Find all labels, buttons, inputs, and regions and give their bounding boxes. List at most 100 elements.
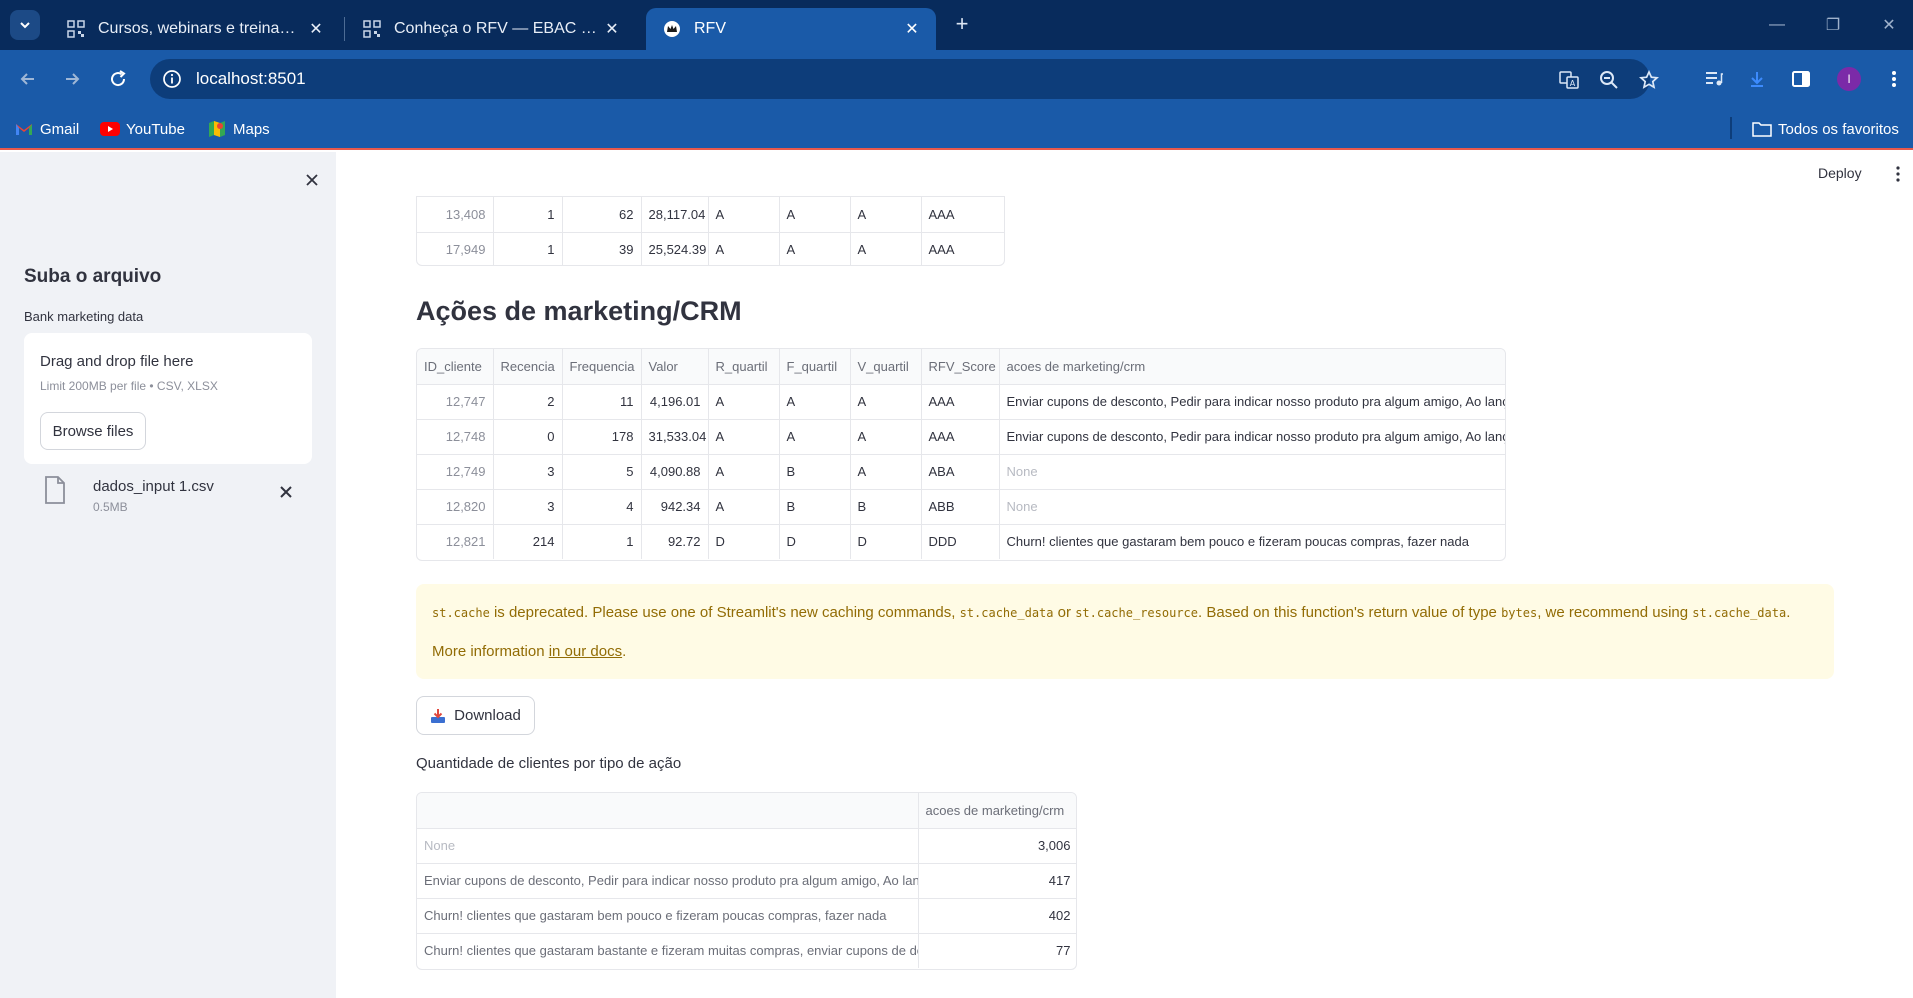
cell-acao: Enviar cupons de desconto, Pedir para in… <box>999 384 1505 420</box>
action-counts-table[interactable]: acoes de marketing/crm None 3,006 Enviar… <box>416 792 1077 970</box>
warning-text: st.cache is deprecated. Please use one o… <box>432 604 1790 621</box>
deploy-button[interactable]: Deploy <box>1818 165 1862 181</box>
column-header[interactable]: ID_cliente <box>417 349 494 385</box>
cell-r-quartil: A <box>708 454 780 490</box>
column-header[interactable]: RFV_Score <box>921 349 1000 385</box>
cell-v-quartil: A <box>850 454 922 490</box>
cell-f-quartil: A <box>779 232 851 265</box>
browser-menu-icon[interactable] <box>1880 65 1908 93</box>
download-icon[interactable] <box>1743 65 1771 93</box>
column-header[interactable]: R_quartil <box>708 349 780 385</box>
star-icon[interactable] <box>1638 69 1660 91</box>
cell-count: 417 <box>918 863 1076 899</box>
tab-search-button[interactable] <box>10 10 40 40</box>
bookmark-label: Maps <box>233 120 270 138</box>
table-row: Enviar cupons de desconto, Pedir para in… <box>417 863 1076 899</box>
qr-favicon-icon <box>66 19 86 39</box>
column-header[interactable]: F_quartil <box>779 349 851 385</box>
column-header[interactable]: Valor <box>641 349 709 385</box>
tab-close-icon[interactable]: ✕ <box>602 19 622 39</box>
cell-id: 17,949 <box>417 232 494 265</box>
arrow-right-icon <box>66 73 80 85</box>
cell-f-quartil: A <box>779 197 851 233</box>
remove-file-button[interactable] <box>274 480 298 504</box>
cell-f-quartil: B <box>779 489 851 525</box>
gmail-icon <box>14 121 34 137</box>
bookmarks-bar: Gmail YouTube Maps Todos os favoritos <box>0 108 1913 150</box>
media-controls-icon[interactable] <box>1700 65 1728 93</box>
column-header[interactable]: acoes de marketing/crm <box>999 349 1505 385</box>
arrow-left-icon <box>20 73 34 85</box>
cell-valor: 28,117.04 <box>641 197 709 233</box>
table-row: 12,748 0 178 31,533.04 A A A AAA Enviar … <box>417 419 1505 455</box>
table-row: Churn! clientes que gastaram bastante e … <box>417 933 1076 968</box>
cell-r-quartil: D <box>708 524 780 559</box>
warning-code: st.cache_data <box>959 606 1054 620</box>
download-label: Download <box>454 707 521 724</box>
table-row: 13,408 1 62 28,117.04 A A A AAA <box>417 197 1004 233</box>
reload-button[interactable] <box>104 65 132 93</box>
tab-strip: Cursos, webinars e treinamentos ✕ Conheç… <box>0 0 1913 50</box>
restore-icon[interactable]: ❐ <box>1818 10 1848 40</box>
close-window-icon[interactable]: ✕ <box>1874 10 1904 40</box>
zoom-icon[interactable] <box>1598 69 1620 91</box>
bookmark-maps[interactable]: Maps <box>207 117 270 141</box>
side-panel-icon[interactable] <box>1787 65 1815 93</box>
cell-id: 12,749 <box>417 454 494 490</box>
counts-caption: Quantidade de clientes por tipo de ação <box>416 755 682 772</box>
cell-rfv-score: ABA <box>921 454 1000 490</box>
browser-toolbar: localhost:8501 A I <box>0 50 1913 108</box>
bookmark-label: YouTube <box>126 120 185 138</box>
cell-count: 77 <box>918 933 1076 968</box>
bookmark-youtube[interactable]: YouTube <box>100 117 185 141</box>
new-tab-button[interactable]: + <box>950 11 974 36</box>
forward-button[interactable] <box>58 65 86 93</box>
inbox-tray-icon <box>431 708 446 723</box>
back-button[interactable] <box>14 65 42 93</box>
column-header[interactable]: Frequencia <box>562 349 642 385</box>
browse-files-button[interactable]: Browse files <box>40 412 146 450</box>
youtube-icon <box>100 121 120 137</box>
all-bookmarks[interactable]: Todos os favoritos <box>1752 117 1899 141</box>
table-row: 12,747 2 11 4,196.01 A A A AAA Enviar cu… <box>417 384 1505 420</box>
column-header[interactable]: acoes de marketing/crm <box>918 793 1076 829</box>
close-icon <box>280 486 292 498</box>
cell-frequencia: 39 <box>562 232 642 265</box>
tab-title: Cursos, webinars e treinamentos <box>98 20 306 37</box>
sidebar-heading: Suba o arquivo <box>24 266 162 287</box>
tab-rfv[interactable]: RFV ✕ <box>646 8 936 50</box>
docs-link[interactable]: in our docs <box>549 643 622 660</box>
column-header[interactable]: Recencia <box>493 349 563 385</box>
tab-close-icon[interactable]: ✕ <box>306 19 326 39</box>
warning-fragment: More information <box>432 643 549 660</box>
download-button[interactable]: Download <box>416 696 535 735</box>
column-header[interactable]: V_quartil <box>850 349 922 385</box>
site-info-icon[interactable] <box>162 69 182 89</box>
address-bar[interactable]: localhost:8501 A <box>150 59 1659 99</box>
table-row: None 3,006 <box>417 828 1076 864</box>
profile-avatar[interactable]: I <box>1837 67 1861 91</box>
sidebar-close-button[interactable] <box>298 166 326 194</box>
file-dropzone[interactable]: Drag and drop file here Limit 200MB per … <box>24 333 312 464</box>
cell-v-quartil: A <box>850 419 922 455</box>
cell-recencia: 1 <box>493 232 563 265</box>
minimize-icon[interactable]: — <box>1762 10 1792 40</box>
cell-valor: 92.72 <box>641 524 709 559</box>
file-size: 0.5MB <box>93 500 128 514</box>
crm-actions-table[interactable]: ID_cliente Recencia Frequencia Valor R_q… <box>416 348 1506 561</box>
tab-close-icon[interactable]: ✕ <box>902 19 922 39</box>
tab-conheca-rfv[interactable]: Conheça o RFV — EBAC LMS ✕ <box>346 8 636 50</box>
cell-f-quartil: B <box>779 454 851 490</box>
app-menu-icon[interactable] <box>1888 164 1908 184</box>
table-row: 12,821 214 1 92.72 D D D DDD Churn! clie… <box>417 524 1505 559</box>
tab-cursos[interactable]: Cursos, webinars e treinamentos ✕ <box>50 8 340 50</box>
translate-icon[interactable]: A <box>1558 69 1580 91</box>
maps-icon <box>207 121 227 137</box>
rfv-table[interactable]: 13,408 1 62 28,117.04 A A A AAA 17,949 1… <box>416 196 1005 266</box>
warning-code: st.cache_data <box>1692 606 1787 620</box>
file-name: dados_input 1.csv <box>93 478 214 495</box>
table-header-row: ID_cliente Recencia Frequencia Valor R_q… <box>417 349 1505 385</box>
cell-valor: 25,524.39 <box>641 232 709 265</box>
bookmark-gmail[interactable]: Gmail <box>14 117 79 141</box>
folder-icon <box>1752 121 1772 137</box>
